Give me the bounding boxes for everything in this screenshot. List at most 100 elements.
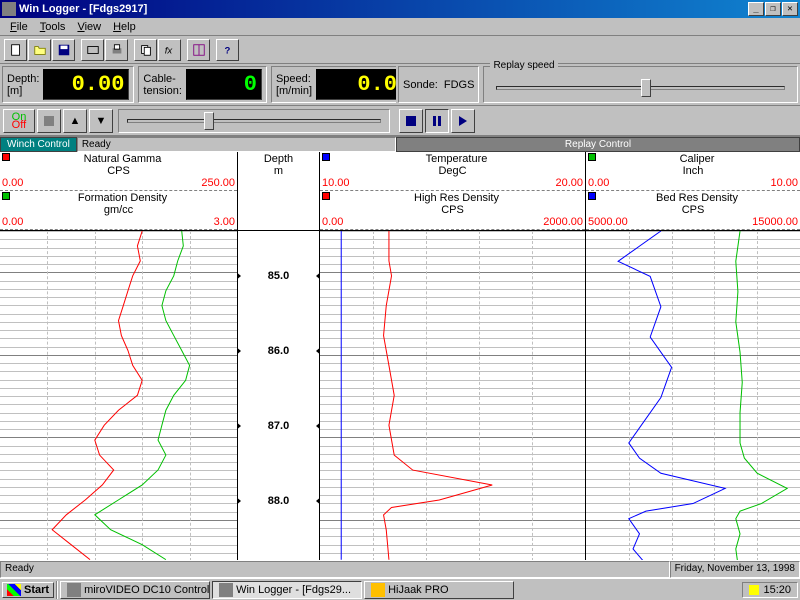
replay-play-button[interactable] (451, 109, 475, 133)
chart-header: Natural Gamma CPS 0.00 250.00 Formation D… (0, 152, 800, 231)
trk2b-unit: CPS (441, 204, 464, 216)
trk1a-hi: 250.00 (201, 177, 235, 189)
up-button[interactable]: ▲ (63, 109, 87, 133)
winch-status: Ready (77, 137, 396, 152)
trk3b-hi: 15000.00 (752, 216, 798, 228)
menu-view[interactable]: View (71, 20, 107, 34)
replay-speed-label: Replay speed (490, 60, 557, 71)
swatch-red2 (322, 192, 330, 200)
app-icon (2, 2, 16, 16)
status-date: Friday, November 13, 1998 (670, 561, 800, 578)
task-hijaak[interactable]: HiJaak PRO (364, 581, 514, 599)
swatch-blue2 (588, 192, 596, 200)
tension-label: Cable- (143, 73, 182, 85)
tb-grid[interactable] (187, 39, 210, 61)
replay-controls (396, 106, 800, 136)
depth-hdr-unit: m (274, 165, 283, 177)
speed-unit: [m/min] (276, 85, 312, 97)
window-title: Win Logger - [Fdgs2917] (19, 3, 748, 15)
task-mirovideo[interactable]: miroVIDEO DC10 Control (60, 581, 210, 599)
svg-text:fx: fx (164, 45, 173, 56)
depth-hdr: Depth (264, 153, 293, 165)
start-label: Start (24, 584, 49, 596)
onoff-button[interactable]: OnOff (3, 109, 35, 133)
trk2b-hi: 2000.00 (543, 216, 583, 228)
trk1a-unit: CPS (107, 165, 130, 177)
replay-speed-slider[interactable] (496, 86, 785, 90)
depth-column: 85.086.087.088.0 (238, 231, 320, 561)
tb-open[interactable] (28, 39, 51, 61)
trk3a-hi: 10.00 (770, 177, 798, 189)
windows-icon (7, 584, 21, 596)
swatch-green (2, 192, 10, 200)
minimize-button[interactable]: _ (748, 2, 764, 16)
winch-tab[interactable]: Winch Control (0, 137, 77, 152)
replay-pause-button[interactable] (425, 109, 449, 133)
status-ready: Ready (0, 561, 670, 578)
trk1a-name: Natural Gamma (84, 153, 162, 165)
system-tray[interactable]: 15:20 (742, 582, 798, 598)
menu-tools[interactable]: Tools (34, 20, 72, 34)
trk3a-unit: Inch (683, 165, 704, 177)
replay-tab[interactable]: Replay Control (396, 137, 800, 152)
trk1a-lo: 0.00 (2, 177, 23, 189)
trk3b-lo: 5000.00 (588, 216, 628, 228)
maximize-button[interactable]: ❐ (765, 2, 781, 16)
speed-display: 0.0 (316, 69, 402, 100)
tension-unit: tension: (143, 85, 182, 97)
replay-readouts: Sonde: FDGS Replay speed (396, 64, 800, 106)
menu-help[interactable]: Help (107, 20, 142, 34)
chart-body[interactable]: 85.086.087.088.0 (0, 231, 800, 561)
close-button[interactable]: ✕ (782, 2, 798, 16)
svg-text:?: ? (224, 45, 230, 56)
trk3b-unit: CPS (682, 204, 705, 216)
task3-label: HiJaak PRO (388, 584, 449, 596)
tb-copy[interactable] (134, 39, 157, 61)
trk1b-hi: 3.00 (214, 216, 235, 228)
winch-readouts: Depth:[m] 0.00 Cable-tension: 0 Speed:[m… (0, 64, 396, 106)
swatch-red (2, 153, 10, 161)
winch-slider[interactable] (118, 109, 390, 133)
status-bar: Ready Friday, November 13, 1998 (0, 560, 800, 578)
swatch-green2 (588, 153, 596, 161)
start-button[interactable]: Start (2, 582, 54, 598)
trk2a-hi: 20.00 (555, 177, 583, 189)
task1-label: miroVIDEO DC10 Control (84, 584, 209, 596)
trk1b-name: Formation Density (78, 192, 167, 204)
tray-icon (749, 585, 759, 595)
tb-save[interactable] (52, 39, 75, 61)
trk2b-lo: 0.00 (322, 216, 343, 228)
speed-label: Speed: (276, 73, 312, 85)
replay-stop-button[interactable] (399, 109, 423, 133)
down-button[interactable]: ▼ (89, 109, 113, 133)
trk2a-lo: 10.00 (322, 177, 350, 189)
toolbar: fx ? (0, 36, 800, 64)
tb-tool1[interactable] (81, 39, 104, 61)
menu-file[interactable]: File (4, 20, 34, 34)
taskbar: Start miroVIDEO DC10 Control Win Logger … (0, 578, 800, 600)
depth-label: Depth: (7, 73, 39, 85)
winch-controls: OnOff ▲ ▼ (0, 106, 396, 136)
trk3b-name: Bed Res Density (656, 192, 738, 204)
trk2a-name: Temperature (426, 153, 488, 165)
menubar: File Tools View Help (0, 18, 800, 36)
sonde-label: Sonde: (403, 79, 438, 91)
tb-help[interactable]: ? (216, 39, 239, 61)
replay-speed-group: Replay speed (483, 66, 798, 103)
stop-button[interactable] (37, 109, 61, 133)
task-winlogger[interactable]: Win Logger - [Fdgs29... (212, 581, 362, 599)
trk2a-unit: DegC (438, 165, 466, 177)
clock: 15:20 (763, 584, 791, 596)
swatch-blue (322, 153, 330, 161)
window-titlebar: Win Logger - [Fdgs2917] _ ❐ ✕ (0, 0, 800, 18)
task2-label: Win Logger - [Fdgs29... (236, 584, 351, 596)
tb-print[interactable] (105, 39, 128, 61)
trk3a-name: Caliper (680, 153, 715, 165)
tb-new[interactable] (4, 39, 27, 61)
tension-display: 0 (186, 69, 262, 100)
trk2b-name: High Res Density (414, 192, 499, 204)
sonde-value: FDGS (444, 79, 475, 91)
trk1b-unit: gm/cc (104, 204, 133, 216)
tb-fx[interactable]: fx (158, 39, 181, 61)
depth-display: 0.00 (43, 69, 129, 100)
